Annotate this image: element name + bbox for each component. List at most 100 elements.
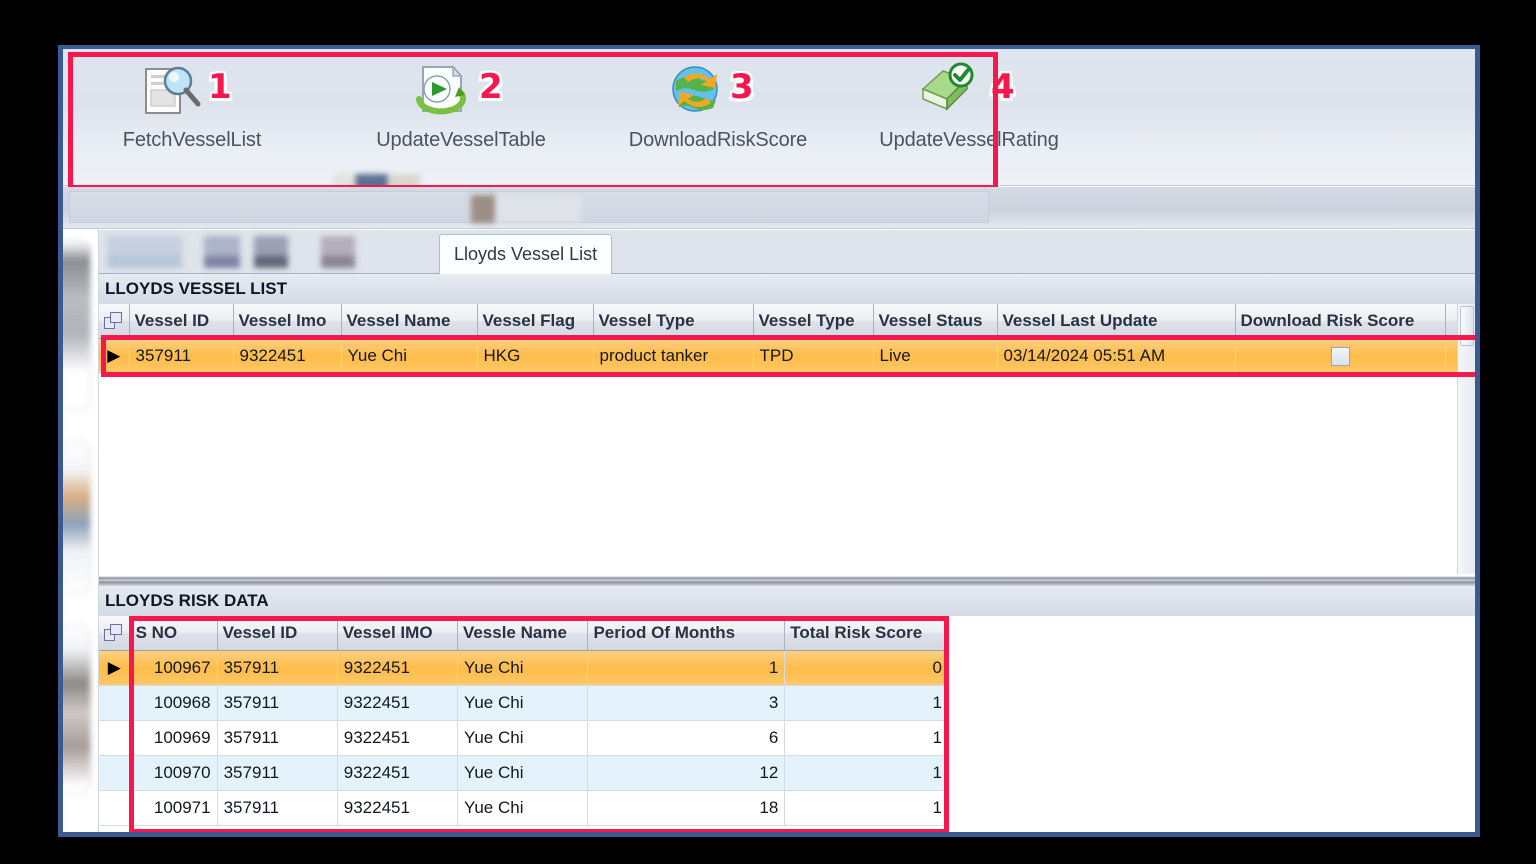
cell-download-risk-score[interactable] <box>1235 338 1445 373</box>
table-row[interactable]: 100968 357911 9322451 Yue Chi 3 1 <box>99 685 949 720</box>
column-header-vessel-name[interactable]: Vessel Name <box>341 304 477 338</box>
table-row[interactable]: ▶ 100967 357911 9322451 Yue Chi 1 0 <box>99 650 949 685</box>
fetch-vessel-list-button[interactable]: 1 FetchVesselList <box>77 57 307 177</box>
cell-risk-vessel-id[interactable]: 357911 <box>217 755 337 790</box>
tab-lloyds-vessel-list-label: Lloyds Vessel List <box>454 244 597 264</box>
cell-risk-vessel-id[interactable]: 357911 <box>217 650 337 685</box>
cell-vessle-name[interactable]: Yue Chi <box>457 650 588 685</box>
redaction-blob-tab-4 <box>321 236 355 268</box>
cell-vessle-name[interactable]: Yue Chi <box>457 755 588 790</box>
column-header-period-of-months[interactable]: Period Of Months <box>588 616 785 650</box>
cell-risk-vessel-id[interactable]: 357911 <box>217 720 337 755</box>
cell-period-of-months[interactable]: 12 <box>588 755 785 790</box>
cell-total-risk-score[interactable]: 1 <box>785 755 949 790</box>
cell-s-no[interactable]: 100967 <box>130 650 217 685</box>
cell-s-no[interactable]: 100971 <box>130 790 217 825</box>
column-header-total-risk-score[interactable]: Total Risk Score <box>785 616 949 650</box>
cell-vessel-id[interactable]: 357911 <box>129 338 233 373</box>
update-vessel-table-label-prefix: Update <box>376 129 440 151</box>
step-badge-4: 4 <box>991 67 1015 107</box>
row-selector-cell[interactable] <box>99 790 130 825</box>
cell-period-of-months[interactable]: 1 <box>588 650 785 685</box>
cell-vessel-flag[interactable]: HKG <box>477 338 593 373</box>
table-row[interactable]: 100969 357911 9322451 Yue Chi 6 1 <box>99 720 949 755</box>
vessel-list-select-all-cell[interactable] <box>99 304 129 338</box>
grid-select-all-icon[interactable] <box>104 624 124 642</box>
row-selector-icon: ▶ <box>107 346 120 365</box>
book-check-icon: 4 <box>829 57 1109 129</box>
toolbar: 1 FetchVesselList 2 UpdateVesselTable <box>63 49 1475 186</box>
redaction-blob-rail-3 <box>63 626 91 794</box>
update-vessel-table-button[interactable]: 2 UpdateVesselTable <box>311 57 611 177</box>
cell-vessle-name[interactable]: Yue Chi <box>457 720 588 755</box>
column-header-risk-vessel-imo[interactable]: Vessel IMO <box>337 616 457 650</box>
cell-risk-vessel-id[interactable]: 357911 <box>217 790 337 825</box>
vessel-list-vertical-scrollbar[interactable] <box>1457 304 1475 574</box>
table-row[interactable]: ▶ 357911 9322451 Yue Chi HKG product tan… <box>99 338 1480 373</box>
content-pane: Lloyds Vessel List LLOYDS VESSEL LIST <box>99 230 1475 832</box>
cell-risk-vessel-id[interactable]: 357911 <box>217 685 337 720</box>
column-header-vessel-last-update[interactable]: Vessel Last Update <box>997 304 1235 338</box>
cell-vessel-imo[interactable]: 9322451 <box>233 338 341 373</box>
column-header-vessel-imo[interactable]: Vessel Imo <box>233 304 341 338</box>
column-header-download-risk-score[interactable]: Download Risk Score <box>1235 304 1445 338</box>
fetch-vessel-list-label: FetchVesselList <box>77 129 307 152</box>
secondary-toolbar <box>63 187 1475 229</box>
tab-lloyds-vessel-list[interactable]: Lloyds Vessel List <box>439 234 612 275</box>
row-selector-cell[interactable]: ▶ <box>99 650 130 685</box>
cell-risk-vessel-imo[interactable]: 9322451 <box>337 720 457 755</box>
cell-s-no[interactable]: 100970 <box>130 755 217 790</box>
left-navigation-rail[interactable] <box>63 230 99 832</box>
risk-data-select-all-cell[interactable] <box>99 616 130 650</box>
cell-vessel-last-update[interactable]: 03/14/2024 05:51 AM <box>997 338 1235 373</box>
step-badge-2: 2 <box>479 67 503 107</box>
column-header-vessel-type[interactable]: Vessel Type <box>593 304 753 338</box>
download-risk-score-button[interactable]: 3 DownloadRiskScore <box>583 57 853 177</box>
cell-total-risk-score[interactable]: 1 <box>785 790 949 825</box>
row-selector-cell[interactable] <box>99 685 130 720</box>
cell-vessel-type-2[interactable]: TPD <box>753 338 873 373</box>
column-header-risk-vessel-id[interactable]: Vessel ID <box>217 616 337 650</box>
redaction-blob-tab-1 <box>107 236 182 268</box>
table-row[interactable]: 100970 357911 9322451 Yue Chi 12 1 <box>99 755 949 790</box>
column-header-vessel-type-2[interactable]: Vessel Type <box>753 304 873 338</box>
cell-s-no[interactable]: 100968 <box>130 685 217 720</box>
cell-vessle-name[interactable]: Yue Chi <box>457 685 588 720</box>
cell-period-of-months[interactable]: 6 <box>588 720 785 755</box>
download-risk-score-checkbox[interactable] <box>1331 347 1350 366</box>
cell-vessle-name[interactable]: Yue Chi <box>457 790 588 825</box>
risk-data-section-title: LLOYDS RISK DATA <box>99 586 1475 616</box>
column-header-vessel-status[interactable]: Vessel Staus <box>873 304 997 338</box>
column-header-vessel-flag[interactable]: Vessel Flag <box>477 304 593 338</box>
update-vessel-table-label: UpdateVesselTable <box>311 129 611 152</box>
cell-risk-vessel-imo[interactable]: 9322451 <box>337 650 457 685</box>
column-header-vessel-id[interactable]: Vessel ID <box>129 304 233 338</box>
row-selector-cell[interactable]: ▶ <box>99 338 129 373</box>
cell-vessel-type[interactable]: product tanker <box>593 338 753 373</box>
column-header-vessle-name[interactable]: Vessle Name <box>457 616 588 650</box>
column-header-s-no[interactable]: S NO <box>130 616 217 650</box>
cell-risk-vessel-imo[interactable]: 9322451 <box>337 685 457 720</box>
risk-data-header-row: S NO Vessel ID Vessel IMO Vessle Name Pe… <box>99 616 949 650</box>
cell-vessel-status[interactable]: Live <box>873 338 997 373</box>
grid-select-all-icon[interactable] <box>104 312 124 330</box>
cell-risk-vessel-imo[interactable]: 9322451 <box>337 790 457 825</box>
update-vessel-rating-button[interactable]: 4 UpdateVesselRating <box>829 57 1109 177</box>
risk-data-title-text: LLOYDS RISK DATA <box>105 591 269 610</box>
cell-total-risk-score[interactable]: 1 <box>785 720 949 755</box>
cell-total-risk-score[interactable]: 0 <box>785 650 949 685</box>
pane-splitter[interactable] <box>99 576 1475 586</box>
row-selector-cell[interactable] <box>99 755 130 790</box>
table-row[interactable]: 100971 357911 9322451 Yue Chi 18 1 <box>99 790 949 825</box>
cell-total-risk-score[interactable]: 1 <box>785 685 949 720</box>
cell-risk-vessel-imo[interactable]: 9322451 <box>337 755 457 790</box>
row-selector-cell[interactable] <box>99 720 130 755</box>
cell-period-of-months[interactable]: 3 <box>588 685 785 720</box>
row-selector-icon: ▶ <box>108 658 121 677</box>
cell-period-of-months[interactable]: 18 <box>588 790 785 825</box>
cell-vessel-name[interactable]: Yue Chi <box>341 338 477 373</box>
vessel-list-grid[interactable]: Vessel ID Vessel Imo Vessel Name Vessel … <box>99 304 1475 574</box>
vessel-list-scroll-thumb[interactable] <box>1460 306 1474 346</box>
risk-data-grid[interactable]: S NO Vessel ID Vessel IMO Vessle Name Pe… <box>99 616 1475 832</box>
cell-s-no[interactable]: 100969 <box>130 720 217 755</box>
